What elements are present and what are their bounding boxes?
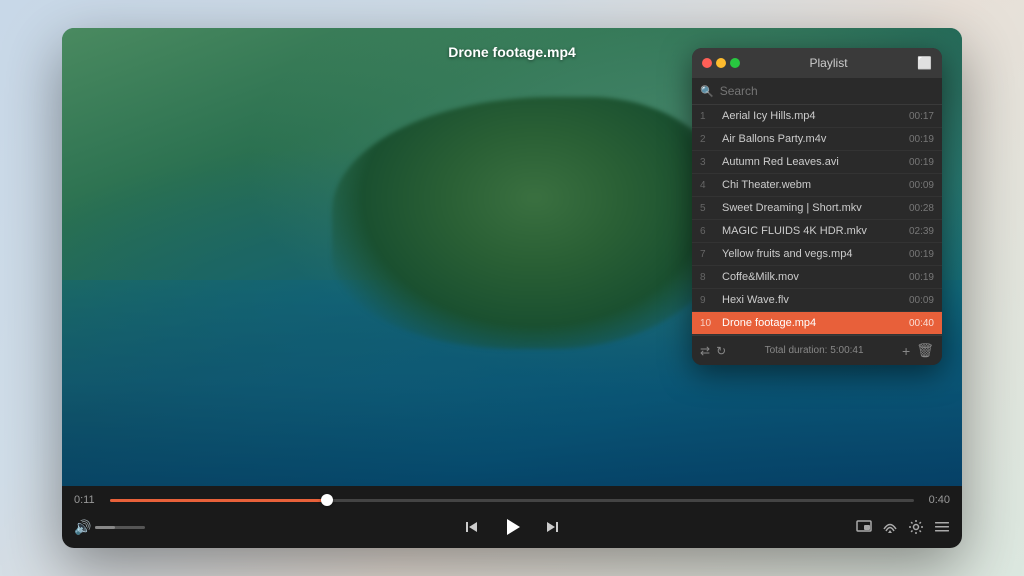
item-duration: 00:19 [902,157,934,168]
expand-button[interactable]: ⬜ [917,56,932,70]
item-duration: 00:09 [902,295,934,306]
next-button[interactable] [541,516,563,538]
controls-bottom: 🔊 [62,510,962,548]
playlist-items: 1 Aerial Icy Hills.mp4 00:17 2 Air Ballo… [692,105,942,335]
search-row: 🔍 [692,78,942,105]
item-number: 7 [700,249,716,260]
item-name: Chi Theater.webm [722,179,902,191]
playlist-titlebar: Playlist ⬜ [692,48,942,78]
playlist-item[interactable]: 4 Chi Theater.webm 00:09 [692,174,942,197]
playlist-toggle-button[interactable] [934,519,950,535]
player-window: Drone footage.mp4 Playlist ⬜ 🔍 1 Aerial … [62,28,962,548]
item-name: Yellow fruits and vegs.mp4 [722,248,902,260]
playlist-item[interactable]: 6 MAGIC FLUIDS 4K HDR.mkv 02:39 [692,220,942,243]
item-duration: 00:40 [902,318,934,329]
shuffle-icon[interactable]: ⇄ [700,344,710,358]
total-time: 0:40 [922,494,950,506]
item-duration: 00:19 [902,249,934,260]
volume-icon[interactable]: 🔊 [74,519,91,536]
video-area[interactable]: Drone footage.mp4 Playlist ⬜ 🔍 1 Aerial … [62,28,962,486]
playlist-panel: Playlist ⬜ 🔍 1 Aerial Icy Hills.mp4 00:1… [692,48,942,365]
item-name: Sweet Dreaming | Short.mkv [722,202,902,214]
controls-bar: 0:11 0:40 🔊 [62,486,962,548]
item-number: 10 [700,318,716,329]
progress-track[interactable] [110,499,914,502]
item-number: 4 [700,180,716,191]
item-name: Hexi Wave.flv [722,294,902,306]
item-name: Air Ballons Party.m4v [722,133,902,145]
add-button[interactable]: + [902,343,910,359]
playlist-footer: ⇄ ↻ Total duration: 5:00:41 + 🗑 [692,335,942,365]
delete-button[interactable]: 🗑 [916,342,934,359]
playlist-item[interactable]: 9 Hexi Wave.flv 00:09 [692,289,942,312]
play-button[interactable] [499,514,525,540]
playlist-title: Playlist [746,56,911,70]
airplay-button[interactable] [882,519,898,535]
playlist-item[interactable]: 2 Air Ballons Party.m4v 00:19 [692,128,942,151]
playlist-item[interactable]: 8 Coffe&Milk.mov 00:19 [692,266,942,289]
item-name: Aerial Icy Hills.mp4 [722,110,902,122]
item-number: 5 [700,203,716,214]
prev-button[interactable] [461,516,483,538]
item-number: 1 [700,111,716,122]
item-name: Coffe&Milk.mov [722,271,902,283]
item-name: MAGIC FLUIDS 4K HDR.mkv [722,225,902,237]
item-duration: 00:09 [902,180,934,191]
playlist-item[interactable]: 5 Sweet Dreaming | Short.mkv 00:28 [692,197,942,220]
item-duration: 00:19 [902,134,934,145]
item-number: 6 [700,226,716,237]
playlist-item[interactable]: 1 Aerial Icy Hills.mp4 00:17 [692,105,942,128]
repeat-icon[interactable]: ↻ [716,344,726,358]
volume-track[interactable] [95,526,145,529]
maximize-button[interactable] [730,58,740,68]
minimize-button[interactable] [716,58,726,68]
volume-section: 🔊 [74,519,293,536]
item-number: 9 [700,295,716,306]
item-name: Drone footage.mp4 [722,317,902,329]
playlist-item[interactable]: 10 Drone footage.mp4 00:40 [692,312,942,335]
progress-fill [110,499,327,502]
progress-section: 0:11 0:40 [62,486,962,510]
item-duration: 00:28 [902,203,934,214]
playlist-item[interactable]: 3 Autumn Red Leaves.avi 00:19 [692,151,942,174]
right-controls [731,519,950,535]
current-time: 0:11 [74,494,102,506]
search-input[interactable] [720,84,934,98]
item-number: 8 [700,272,716,283]
item-duration: 00:17 [902,111,934,122]
total-duration: Total duration: 5:00:41 [732,345,896,356]
item-duration: 02:39 [902,226,934,237]
search-icon: 🔍 [700,85,714,98]
playback-controls [293,514,731,540]
progress-thumb[interactable] [321,494,333,506]
volume-fill [95,526,115,529]
settings-button[interactable] [908,519,924,535]
pip-button[interactable] [856,519,872,535]
item-number: 2 [700,134,716,145]
playlist-item[interactable]: 7 Yellow fruits and vegs.mp4 00:19 [692,243,942,266]
close-button[interactable] [702,58,712,68]
traffic-lights [702,58,740,68]
video-title: Drone footage.mp4 [448,44,576,60]
item-number: 3 [700,157,716,168]
item-name: Autumn Red Leaves.avi [722,156,902,168]
item-duration: 00:19 [902,272,934,283]
